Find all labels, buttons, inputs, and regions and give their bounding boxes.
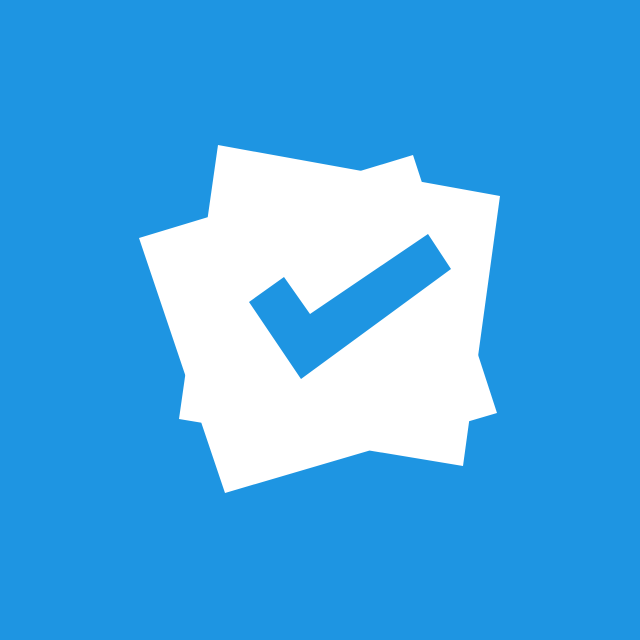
app-icon [0,0,640,640]
app-icon-graphic [0,0,640,640]
